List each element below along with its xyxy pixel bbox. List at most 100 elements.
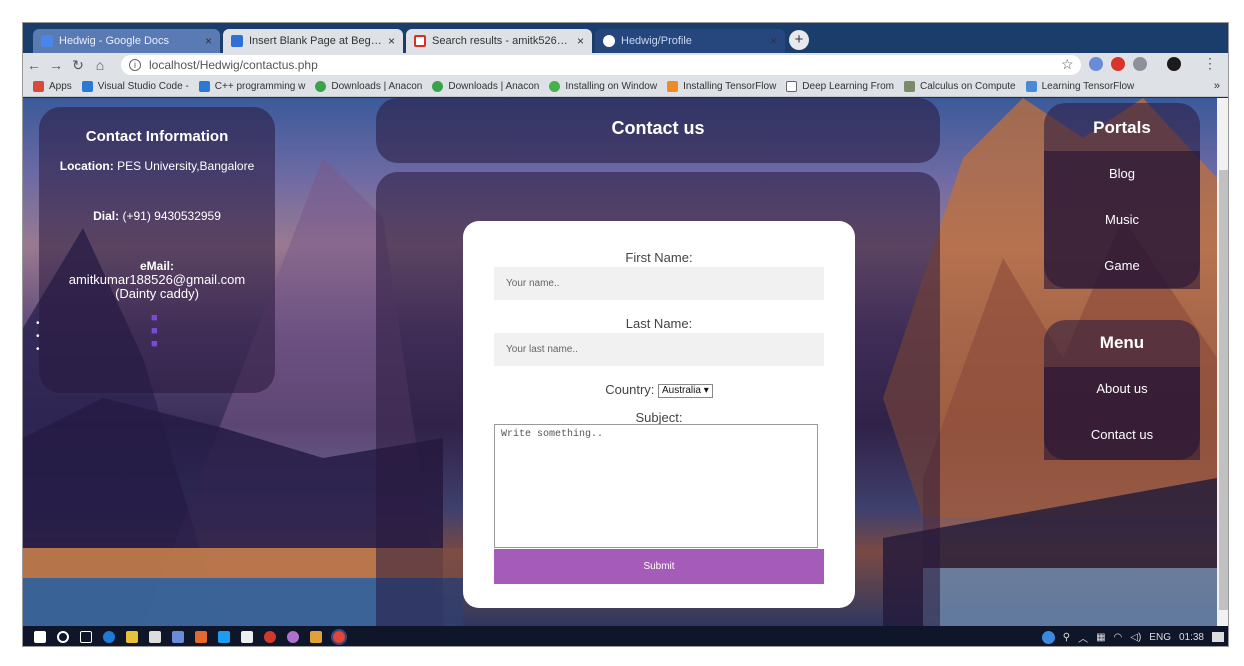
reload-icon[interactable]: ↻ (67, 57, 89, 74)
menu-heading: Menu (1099, 333, 1145, 352)
chrome-icon[interactable] (331, 629, 347, 645)
first-name-input[interactable]: Your name.. (494, 267, 824, 300)
app-icon[interactable] (287, 631, 299, 643)
first-name-placeholder: Your name.. (506, 278, 560, 289)
help-icon[interactable] (1041, 630, 1055, 644)
scrollbar-thumb[interactable] (1219, 170, 1228, 610)
search-icon[interactable] (57, 631, 69, 643)
social-icons[interactable]: ■ ■ ■ (151, 312, 158, 351)
close-icon[interactable]: × (770, 34, 777, 48)
last-name-input[interactable]: Your last name.. (494, 333, 824, 366)
windows-start-icon[interactable] (34, 631, 46, 643)
bookmark-star-icon[interactable]: ☆ (1061, 56, 1074, 73)
bookmark-item[interactable]: Installing on Window (549, 81, 657, 92)
portal-blog-link[interactable]: Blog (1044, 166, 1200, 181)
close-icon[interactable]: × (388, 34, 395, 48)
close-icon[interactable]: × (205, 34, 212, 48)
notifications-icon[interactable] (1212, 632, 1224, 642)
tab-strip: Hedwig - Google Docs × Insert Blank Page… (23, 23, 1228, 53)
tab-label: Search results - amitk526188@gi (432, 35, 571, 47)
anaconda-icon (315, 81, 327, 92)
task-view-icon[interactable] (80, 631, 92, 643)
bookmark-item[interactable]: C++ programming w (198, 81, 305, 92)
edge-icon[interactable] (103, 631, 115, 643)
tab-insert-blank-page[interactable]: Insert Blank Page at Beginning. - × (223, 29, 403, 53)
tab-hedwig-profile[interactable]: Hedwig/Profile × (595, 29, 785, 53)
more-bookmarks-icon[interactable]: » (1214, 80, 1220, 92)
back-icon[interactable]: ← (23, 57, 45, 73)
bookmark-item[interactable]: Learning TensorFlow (1025, 81, 1134, 92)
page-scrollbar[interactable] (1217, 98, 1228, 626)
social-list-bullets: • • • (36, 318, 40, 355)
subject-placeholder: Write something.. (501, 429, 604, 440)
bookmark-label: Apps (49, 81, 72, 92)
people-icon[interactable]: ⚲ (1063, 632, 1070, 643)
last-name-placeholder: Your last name.. (506, 344, 578, 355)
bookmark-item[interactable]: Installing TensorFlow (667, 81, 776, 92)
menu-dots-icon[interactable]: ⋮ (1199, 55, 1221, 72)
email-block: eMail: amitkumar188526@gmail.com (Dainty… (39, 259, 275, 301)
gmail-icon (414, 35, 426, 47)
tab-gmail-search[interactable]: Search results - amitk526188@gi × (406, 29, 592, 53)
store-icon[interactable] (149, 631, 161, 643)
vscode-icon (198, 81, 210, 92)
apps-grid-icon (33, 81, 44, 92)
country-select[interactable]: Australia ▾ (658, 383, 713, 398)
address-bar[interactable]: i localhost/Hedwig/contactus.php (121, 55, 1081, 75)
submit-button[interactable]: Submit (494, 549, 824, 584)
volume-icon[interactable]: ◁) (1130, 632, 1141, 643)
mail-icon[interactable] (241, 631, 253, 643)
forward-icon[interactable]: → (45, 57, 67, 73)
menu-about-link[interactable]: About us (1044, 381, 1200, 396)
email-value[interactable]: amitkumar188526@gmail.com (39, 273, 275, 287)
portals-heading: Portals (1093, 118, 1151, 137)
pinterest-icon[interactable] (264, 631, 276, 643)
extension-icon[interactable] (1133, 57, 1147, 71)
subject-textarea[interactable]: Write something.. (494, 424, 818, 548)
bookmark-label: Visual Studio Code - (97, 81, 189, 92)
opera-icon[interactable] (1111, 57, 1125, 71)
portal-music-link[interactable]: Music (1044, 212, 1200, 227)
extension-icon[interactable] (1089, 57, 1103, 71)
clock[interactable]: 01:38 (1179, 632, 1204, 643)
wifi-icon[interactable]: ◠ (1114, 632, 1123, 643)
menu-contact-link[interactable]: Contact us (1044, 427, 1200, 442)
twitter-icon[interactable] (218, 631, 230, 643)
contact-info-heading: Contact Information (85, 128, 229, 145)
tab-label: Hedwig - Google Docs (59, 35, 170, 47)
share-icon (1025, 81, 1037, 92)
bookmark-item[interactable]: Calculus on Compute (904, 81, 1016, 92)
tab-label: Insert Blank Page at Beginning. - (249, 35, 382, 47)
home-icon[interactable]: ⌂ (89, 57, 111, 73)
owl-icon (603, 35, 615, 47)
location-value: PES University,Bangalore (117, 159, 255, 173)
app-icon[interactable] (195, 631, 207, 643)
new-tab-button[interactable]: + (789, 30, 809, 50)
infinity-app-icon[interactable] (172, 631, 184, 643)
bookmark-item[interactable]: Deep Learning From (786, 81, 894, 92)
location-line: Location: PES University,Bangalore (39, 159, 275, 173)
blog-icon (904, 81, 916, 92)
language-indicator[interactable]: ENG (1149, 632, 1171, 643)
bookmark-item[interactable]: Downloads | Anacon (432, 81, 539, 92)
profile-avatar[interactable] (1167, 57, 1181, 71)
close-icon[interactable]: × (577, 34, 584, 48)
tab-hedwig-docs[interactable]: Hedwig - Google Docs × (33, 29, 220, 53)
bookmark-label: Installing on Window (565, 81, 658, 92)
url-text: localhost/Hedwig/contactus.php (149, 58, 318, 72)
file-explorer-icon[interactable] (126, 631, 138, 643)
app-icon[interactable] (310, 631, 322, 643)
portal-game-link[interactable]: Game (1044, 258, 1200, 273)
country-label: Country: (605, 382, 655, 397)
info-icon[interactable]: i (129, 59, 141, 71)
screenshot-frame: Hedwig - Google Docs × Insert Blank Page… (22, 22, 1229, 647)
network-icon[interactable]: ▦ (1096, 632, 1105, 643)
chevron-up-icon[interactable]: ︿ (1078, 630, 1088, 645)
dial-label: Dial: (93, 209, 120, 223)
contact-form: First Name: Your name.. Last Name: Your … (463, 221, 855, 608)
bookmark-apps[interactable]: Apps (33, 81, 72, 92)
page-viewport: Contact Information Location: PES Univer… (23, 98, 1217, 626)
bookmark-item[interactable]: Downloads | Anacon (315, 81, 422, 92)
bookmark-item[interactable]: Visual Studio Code - (81, 81, 189, 92)
browser-toolbar: ← → ↻ ⌂ i localhost/Hedwig/contactus.php… (23, 53, 1228, 77)
